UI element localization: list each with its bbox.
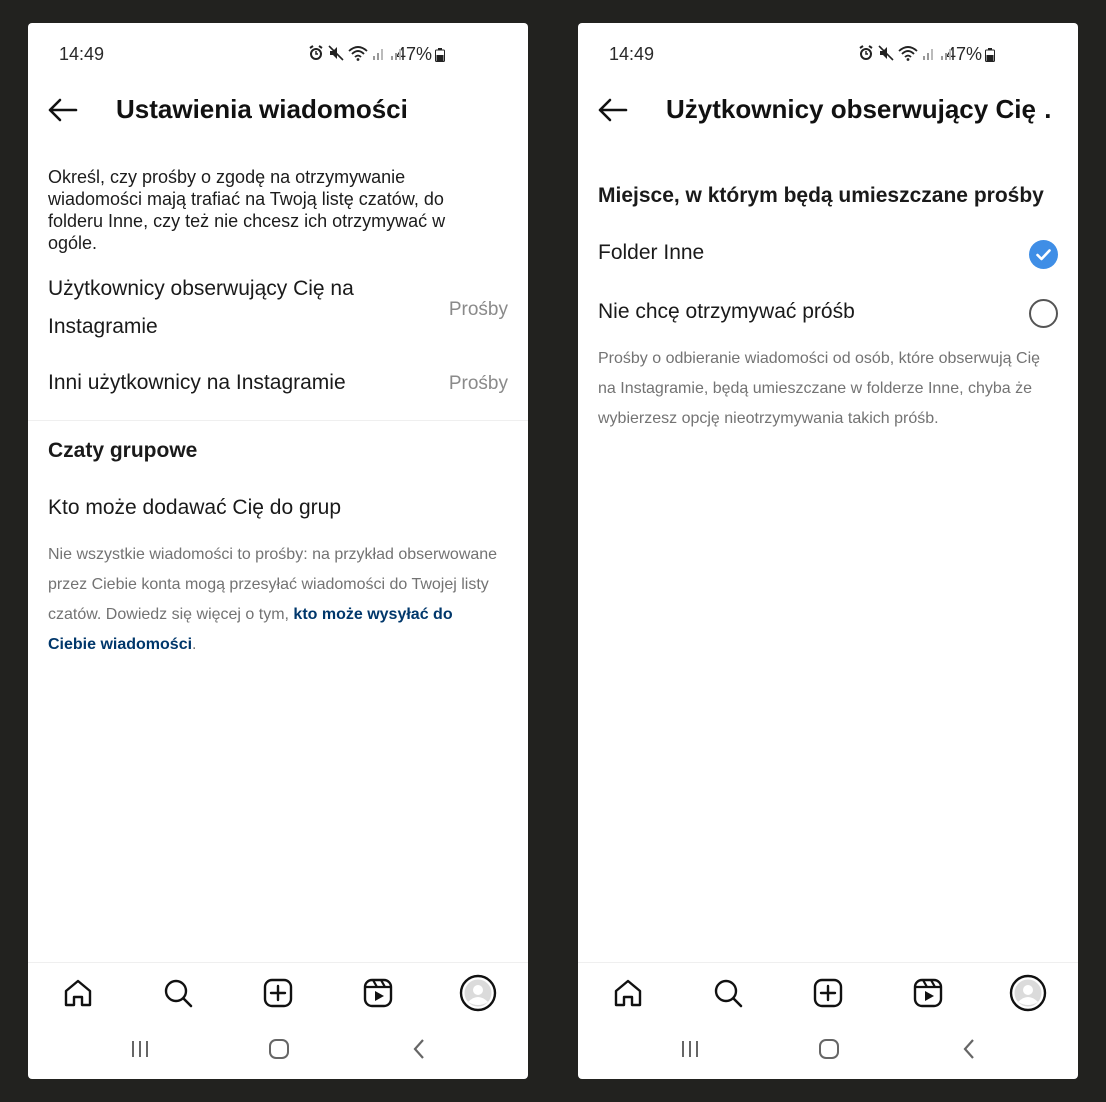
radio-checked[interactable] xyxy=(1029,240,1058,269)
status-icons xyxy=(308,45,404,61)
divider xyxy=(28,420,528,421)
nav-search[interactable] xyxy=(708,973,748,1013)
back-button[interactable] xyxy=(46,95,80,125)
status-bar: 14:49 47% xyxy=(578,23,1078,85)
recent-apps-button[interactable] xyxy=(675,1036,705,1062)
arrow-left-icon xyxy=(598,98,628,122)
profile-avatar xyxy=(459,974,497,1012)
page-title: Użytkownicy obserwujący Cię … xyxy=(666,94,1050,124)
nav-search[interactable] xyxy=(158,973,198,1013)
chevron-left-icon xyxy=(413,1039,424,1059)
setting-label-line2: Instagramie xyxy=(48,315,158,338)
signal-icon xyxy=(923,49,933,60)
option-no-requests[interactable]: Nie chcę otrzymywać próśb xyxy=(578,289,1078,339)
system-back-button[interactable] xyxy=(404,1036,434,1062)
home-circle-icon xyxy=(819,1039,839,1059)
footnote: Nie wszystkie wiadomości to prośby: na p… xyxy=(48,540,503,660)
recent-apps-icon xyxy=(132,1041,148,1057)
status-icons xyxy=(858,45,954,61)
home-icon xyxy=(64,979,92,1007)
setting-label: Inni użytkownicy na Instagramie xyxy=(48,371,346,394)
nav-create[interactable] xyxy=(258,973,298,1013)
home-circle-icon xyxy=(269,1039,289,1059)
header: Ustawienia wiadomości xyxy=(28,85,528,135)
mute-icon xyxy=(328,45,344,61)
phone-screen-followers-requests: 14:49 47% Użytkownicy obserwujący Cię … … xyxy=(578,23,1078,1079)
wifi-icon xyxy=(348,46,368,61)
nav-reels[interactable] xyxy=(358,973,398,1013)
setting-row-who-can-add[interactable]: Kto może dodawać Cię do grup xyxy=(28,489,528,529)
signal-icon xyxy=(373,49,383,60)
battery-icon xyxy=(435,48,445,62)
alarm-icon xyxy=(859,45,873,60)
option-label: Nie chcę otrzymywać próśb xyxy=(598,300,855,323)
setting-label: Użytkownicy obserwujący Cię na xyxy=(48,277,354,300)
signal-icon-2 xyxy=(391,49,401,60)
reels-icon xyxy=(913,978,943,1008)
status-time: 14:49 xyxy=(59,44,105,64)
mute-icon xyxy=(878,45,894,61)
setting-label: Kto może dodawać Cię do grup xyxy=(48,496,342,519)
profile-avatar xyxy=(1009,974,1047,1012)
check-icon xyxy=(1036,249,1051,261)
reels-icon xyxy=(363,978,393,1008)
recent-apps-icon xyxy=(682,1041,698,1057)
search-icon xyxy=(714,979,743,1008)
nav-reels[interactable] xyxy=(908,973,948,1013)
recent-apps-button[interactable] xyxy=(125,1036,155,1062)
home-icon xyxy=(614,979,642,1007)
status-time: 14:49 xyxy=(609,44,655,64)
status-bar: 14:49 47% xyxy=(28,23,528,85)
intro-text: Określ, czy prośby o zgodę na otrzymywan… xyxy=(48,167,446,253)
back-button[interactable] xyxy=(596,95,630,125)
nav-home[interactable] xyxy=(608,973,648,1013)
search-icon xyxy=(164,979,193,1008)
setting-row-followers[interactable]: Użytkownicy obserwujący Cię na Instagram… xyxy=(28,273,528,351)
create-icon xyxy=(263,978,293,1008)
option-folder-inne[interactable]: Folder Inne xyxy=(578,230,1078,280)
system-back-button[interactable] xyxy=(954,1036,984,1062)
nav-profile[interactable] xyxy=(458,973,498,1013)
bottom-nav xyxy=(578,962,1078,1022)
home-button[interactable] xyxy=(264,1036,294,1062)
create-icon xyxy=(813,978,843,1008)
wifi-icon xyxy=(898,46,918,61)
option-description: Prośby o odbieranie wiadomości od osób, … xyxy=(598,350,1041,427)
bottom-nav xyxy=(28,962,528,1022)
nav-create[interactable] xyxy=(808,973,848,1013)
arrow-left-icon xyxy=(48,98,78,122)
phone-screen-message-settings: 14:49 47% Ustawienia wiadomości Określ, … xyxy=(28,23,528,1079)
nav-profile[interactable] xyxy=(1008,973,1048,1013)
system-nav xyxy=(28,1028,528,1068)
section-title-group-chats: Czaty grupowe xyxy=(48,439,198,462)
option-label: Folder Inne xyxy=(598,241,705,264)
alarm-icon xyxy=(309,45,323,60)
chevron-left-icon xyxy=(963,1039,974,1059)
page-title: Ustawienia wiadomości xyxy=(116,94,408,124)
radio-unchecked[interactable] xyxy=(1029,299,1058,328)
home-button[interactable] xyxy=(814,1036,844,1062)
footnote-end: . xyxy=(192,636,197,653)
setting-row-others[interactable]: Inni użytkownicy na Instagramie Prośby xyxy=(28,364,528,404)
section-title-request-location: Miejsce, w którym będą umieszczane prośb… xyxy=(598,184,1044,207)
battery-icon xyxy=(985,48,995,62)
system-nav xyxy=(578,1028,1078,1068)
signal-icon-2 xyxy=(941,49,951,60)
setting-value: Prośby xyxy=(448,299,508,320)
nav-home[interactable] xyxy=(58,973,98,1013)
header: Użytkownicy obserwujący Cię … xyxy=(578,85,1078,135)
setting-value: Prośby xyxy=(448,373,508,394)
